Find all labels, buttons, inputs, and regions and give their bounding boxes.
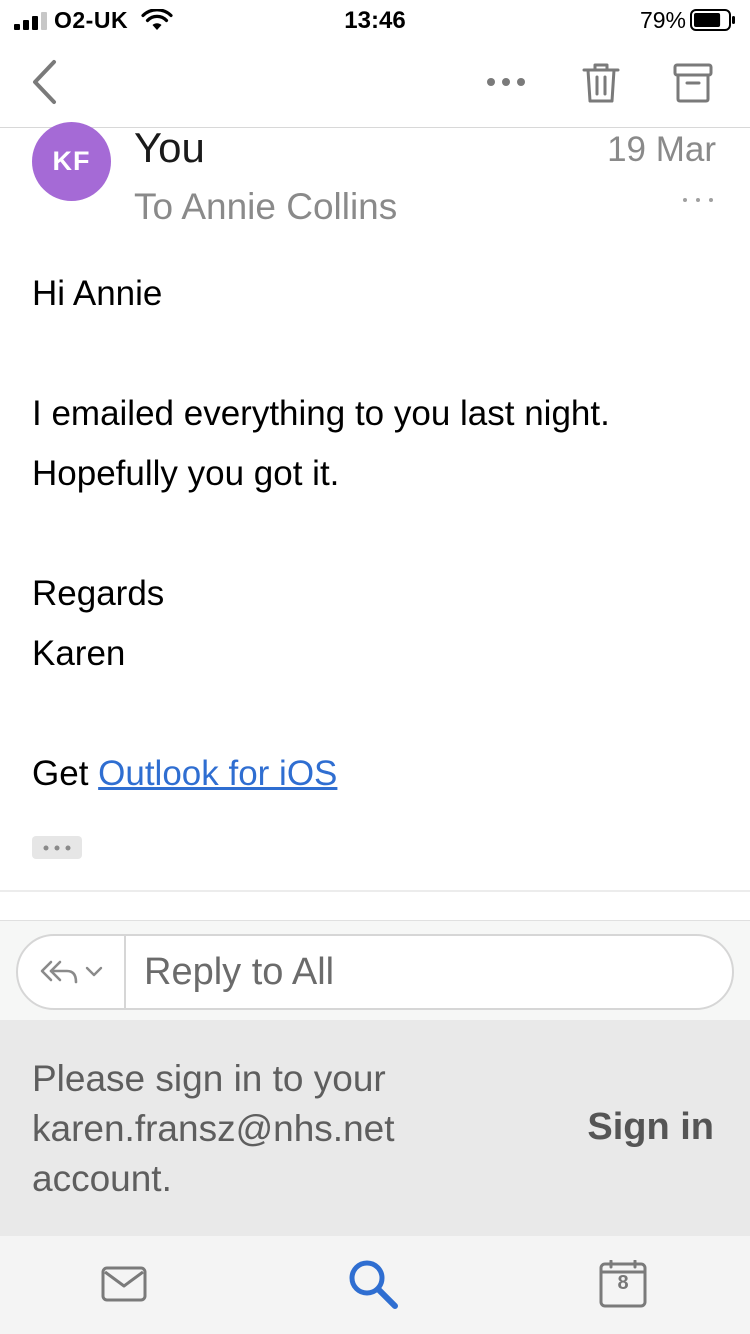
- footer-prefix: Get: [32, 754, 99, 793]
- sender-name[interactable]: You: [134, 124, 205, 172]
- body-line: Hopefully you got it.: [32, 454, 340, 493]
- spacer: [0, 892, 750, 920]
- body-line: I emailed everything to you last night.: [32, 394, 610, 433]
- tab-bar: 8: [0, 1236, 750, 1334]
- outlook-for-ios-link[interactable]: Outlook for iOS: [98, 754, 337, 793]
- body-signature: Karen: [32, 634, 126, 673]
- body-greeting: Hi Annie: [32, 274, 163, 313]
- tab-calendar[interactable]: 8: [593, 1254, 653, 1314]
- signin-banner: Please sign in to your karen.fransz@nhs.…: [0, 1020, 750, 1236]
- reply-bar: [0, 920, 750, 1020]
- ellipsis-icon: [43, 845, 71, 850]
- mail-icon: [101, 1266, 147, 1302]
- battery-percent: 79%: [639, 7, 686, 33]
- delete-button[interactable]: [574, 56, 628, 110]
- message-more-button[interactable]: [680, 182, 716, 218]
- body-closing: Regards: [32, 574, 165, 613]
- signin-message-line: account.: [32, 1158, 172, 1199]
- status-bar: O2-UK 13:46 79%: [0, 0, 750, 40]
- tab-mail[interactable]: [94, 1254, 154, 1314]
- reply-input[interactable]: [126, 936, 732, 1008]
- show-quoted-text-button[interactable]: [32, 836, 82, 859]
- body-footer: Get Outlook for iOS: [32, 754, 337, 794]
- status-time: 13:46: [344, 7, 406, 34]
- reply-all-icon: [40, 960, 78, 984]
- message-toolbar: [0, 40, 750, 128]
- trash-icon: [582, 63, 620, 103]
- ellipsis-icon: [683, 198, 713, 202]
- reply-field-container: [16, 934, 734, 1010]
- calendar-day: 8: [617, 1272, 629, 1294]
- search-icon: [349, 1260, 398, 1309]
- more-options-button[interactable]: [480, 60, 532, 104]
- ellipsis-icon: [487, 78, 525, 86]
- signin-message-line: Please sign in to your: [32, 1058, 386, 1099]
- recipient-line[interactable]: To Annie Collins: [134, 186, 397, 228]
- tab-search[interactable]: [343, 1254, 403, 1314]
- signin-message: Please sign in to your karen.fransz@nhs.…: [32, 1054, 532, 1204]
- reply-type-button[interactable]: [18, 936, 124, 1008]
- battery-icon: [690, 9, 735, 31]
- chevron-down-icon: [85, 966, 103, 977]
- back-button[interactable]: [22, 54, 66, 110]
- signin-account-email: karen.fransz@nhs.net: [32, 1108, 395, 1149]
- archive-icon: [673, 63, 713, 103]
- archive-button[interactable]: [664, 56, 722, 110]
- sender-avatar[interactable]: KF: [32, 122, 111, 201]
- message-date: 19 Mar: [607, 130, 716, 169]
- sign-in-button[interactable]: Sign in: [587, 1106, 714, 1149]
- chevron-left-icon: [33, 60, 56, 104]
